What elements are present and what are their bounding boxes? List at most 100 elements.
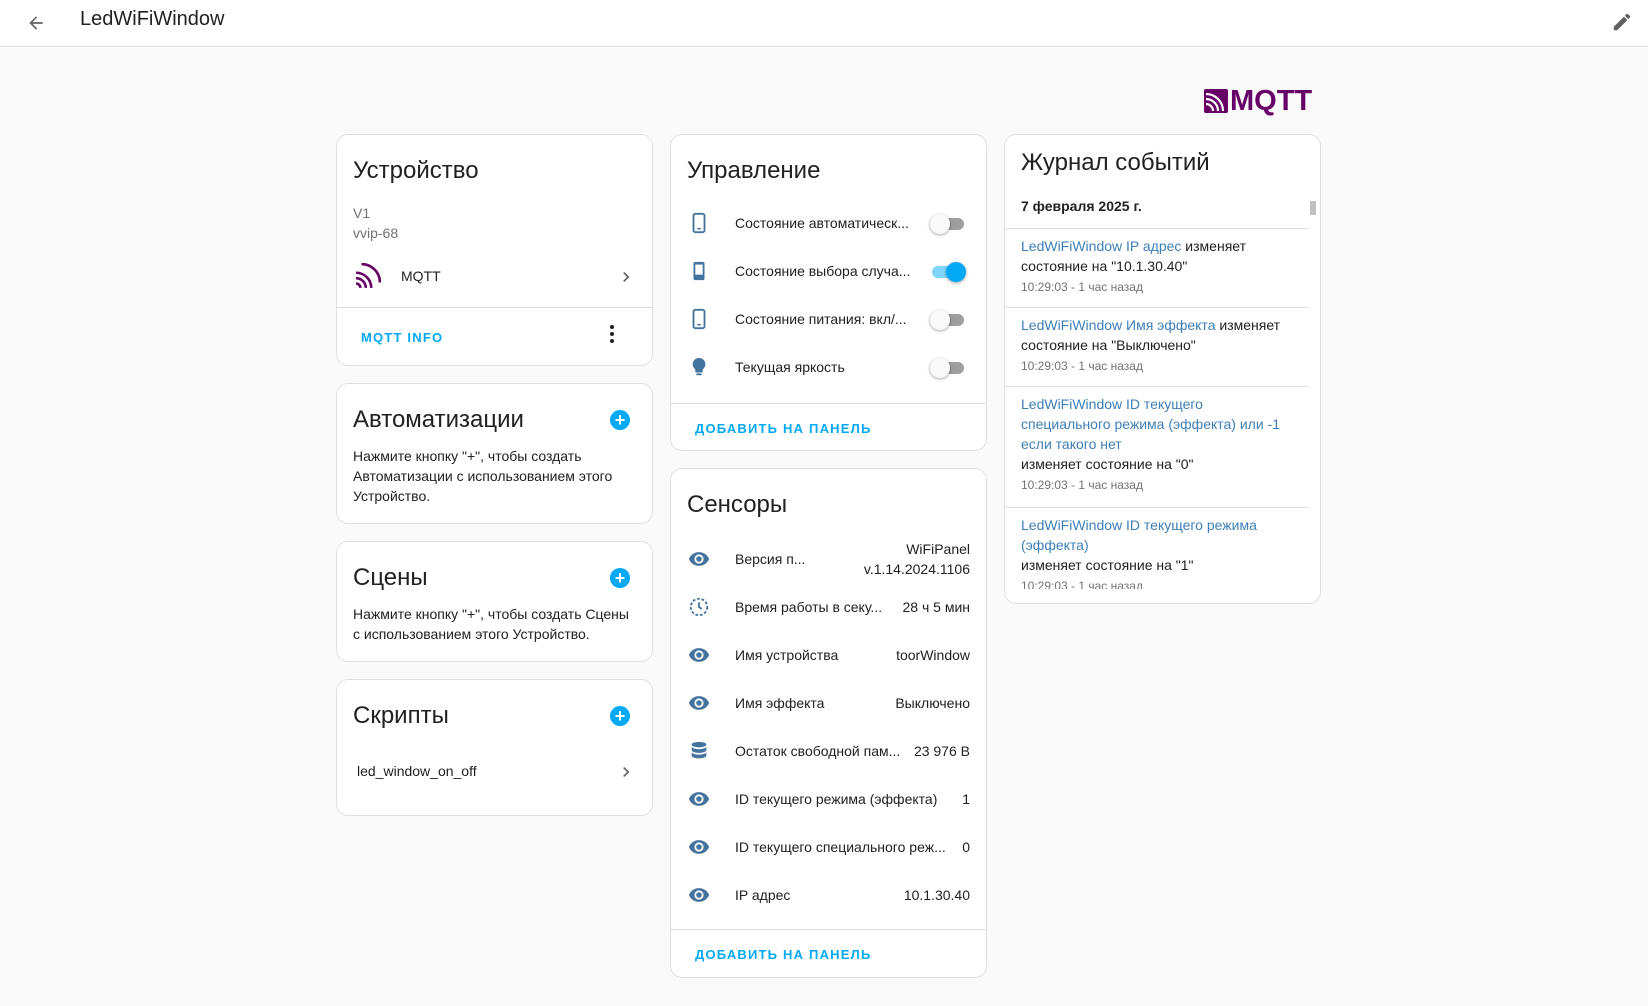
divider xyxy=(671,929,986,930)
sensor-value-line: v.1.14.2024.1106 xyxy=(863,561,970,577)
scrollbar-thumb[interactable] xyxy=(1310,201,1316,215)
database-icon xyxy=(687,739,711,763)
eye-icon xyxy=(687,643,711,667)
logbook-entry: LedWiFiWindow ID текущего режима (эффект… xyxy=(1021,515,1298,589)
pencil-icon xyxy=(1613,13,1631,31)
sensor-value: 28 ч 5 мин xyxy=(902,599,971,615)
card-title: Журнал событий xyxy=(1021,149,1210,176)
arrow-left-icon xyxy=(29,16,43,30)
logbook-entity-link[interactable]: если такого нет xyxy=(1021,436,1122,452)
mqtt-info-button[interactable]: MQTT INFO xyxy=(361,330,443,345)
control-label: Текущая яркость xyxy=(735,359,845,375)
add-to-dashboard-button[interactable]: ДОБАВИТЬ НА ПАНЕЛЬ xyxy=(695,947,871,962)
phone-filled-icon xyxy=(687,259,711,283)
logbook-list[interactable]: 7 февраля 2025 г. LedWiFiWindow IP адрес… xyxy=(1005,191,1308,589)
logbook-entity-link[interactable]: LedWiFiWindow ID текущего xyxy=(1021,396,1203,412)
sensor-row[interactable]: Имя устройства toorWindow xyxy=(671,635,986,675)
toggle-thumb xyxy=(930,358,950,378)
logbook-time: 10:29:03 - 1 час назад xyxy=(1021,478,1143,492)
top-app-bar: LedWiFiWindow xyxy=(0,0,1648,47)
logbook-message: изменяет xyxy=(1215,317,1281,333)
card-title: Управление xyxy=(687,157,821,184)
logbook-time: 10:29:03 - 1 час назад xyxy=(1021,359,1143,373)
control-toggle[interactable] xyxy=(930,213,966,234)
control-row[interactable]: Состояние питания: вкл/... xyxy=(671,299,986,339)
logbook-message: состояние на "10.1.30.40" xyxy=(1021,258,1188,274)
device-manufacturer: vvip-68 xyxy=(353,225,399,241)
eye-icon xyxy=(687,787,711,811)
lightbulb-icon xyxy=(687,355,711,379)
sensor-value: Выключено xyxy=(895,695,970,711)
sensors-card: Сенсоры Версия п... WiFiPanel v.1.14.202… xyxy=(670,468,987,978)
logbook-scrollbar[interactable] xyxy=(1310,193,1316,573)
logbook-message: изменяет состояние на "0" xyxy=(1021,456,1194,472)
back-button[interactable] xyxy=(20,7,52,39)
toggle-thumb xyxy=(930,214,950,234)
logbook-entity-link[interactable]: LedWiFiWindow ID текущего режима xyxy=(1021,517,1257,533)
divider xyxy=(1005,228,1308,229)
phone-outline-icon xyxy=(687,211,711,235)
add-script-button[interactable]: + xyxy=(610,706,630,726)
eye-icon xyxy=(687,835,711,859)
control-row[interactable]: Текущая яркость xyxy=(671,347,986,387)
card-title: Скрипты xyxy=(353,702,449,729)
toggle-thumb xyxy=(930,310,950,330)
sensor-label: Время работы в секу... xyxy=(735,599,883,615)
control-toggle[interactable] xyxy=(930,309,966,330)
sensor-row[interactable]: ID текущего режима (эффекта) 1 xyxy=(671,779,986,819)
control-row[interactable]: Состояние автоматическ... xyxy=(671,203,986,243)
script-row[interactable]: led_window_on_off xyxy=(337,752,652,792)
plus-icon: + xyxy=(614,706,626,726)
eye-icon xyxy=(687,691,711,715)
add-scene-button[interactable]: + xyxy=(610,568,630,588)
control-label: Состояние автоматическ... xyxy=(735,215,909,231)
card-title: Сенсоры xyxy=(687,491,788,518)
logbook-time: 10:29:03 - 1 час назад xyxy=(1021,280,1143,294)
control-row[interactable]: Состояние выбора случа... xyxy=(671,251,986,291)
logbook-card: Журнал событий 7 февраля 2025 г. LedWiFi… xyxy=(1004,134,1321,604)
edit-button[interactable] xyxy=(1606,6,1638,38)
logbook-entity-link[interactable]: (эффекта) xyxy=(1021,537,1089,553)
sensor-row[interactable]: Имя эффекта Выключено xyxy=(671,683,986,723)
timer-icon xyxy=(687,595,711,619)
logbook-entry: LedWiFiWindow ID текущего специального р… xyxy=(1021,394,1298,495)
plus-icon: + xyxy=(614,410,626,430)
scenes-card: Сцены + Нажмите кнопку "+", чтобы создат… xyxy=(336,541,653,662)
integration-label: MQTT xyxy=(401,268,441,284)
sensor-row[interactable]: Версия п... WiFiPanel v.1.14.2024.1106 xyxy=(671,537,986,581)
more-vertical-icon[interactable] xyxy=(600,322,624,346)
chevron-right-icon xyxy=(623,272,630,282)
sensor-value: 1 xyxy=(962,791,970,807)
eye-icon xyxy=(687,883,711,907)
card-title: Устройство xyxy=(353,157,479,184)
mqtt-logo-text: MQTT xyxy=(1230,85,1313,117)
sensor-value-line: WiFiPanel xyxy=(906,541,970,557)
sensor-row[interactable]: ID текущего специального реж... 0 xyxy=(671,827,986,867)
control-label: Состояние выбора случа... xyxy=(735,263,911,279)
divider xyxy=(671,403,986,404)
logbook-entity-link[interactable]: LedWiFiWindow Имя эффекта xyxy=(1021,317,1215,333)
logbook-entity-link[interactable]: специального режима (эффекта) или -1 xyxy=(1021,416,1280,432)
divider xyxy=(1005,386,1308,387)
automations-description: Нажмите кнопку "+", чтобы создать Автома… xyxy=(353,448,613,504)
scripts-card: Скрипты + led_window_on_off xyxy=(336,679,653,816)
sensor-row[interactable]: Остаток свободной пам... 23 976 B xyxy=(671,731,986,771)
add-automation-button[interactable]: + xyxy=(610,410,630,430)
sensor-row[interactable]: IP адрес 10.1.30.40 xyxy=(671,875,986,915)
control-toggle[interactable] xyxy=(930,261,966,282)
automations-card: Автоматизации + Нажмите кнопку "+", чтоб… xyxy=(336,383,653,524)
divider xyxy=(1005,307,1308,308)
sensor-value: 23 976 B xyxy=(913,743,970,759)
integration-row[interactable]: MQTT xyxy=(337,253,652,301)
sensor-label: Имя эффекта xyxy=(735,695,825,711)
mqtt-icon xyxy=(355,263,381,289)
sensor-row[interactable]: Время работы в секу... 28 ч 5 мин xyxy=(671,587,986,627)
control-label: Состояние питания: вкл/... xyxy=(735,311,907,327)
add-to-dashboard-button[interactable]: ДОБАВИТЬ НА ПАНЕЛЬ xyxy=(695,421,871,436)
sensor-value: 10.1.30.40 xyxy=(903,887,970,903)
divider xyxy=(1005,507,1308,508)
logbook-entity-link[interactable]: LedWiFiWindow IP адрес xyxy=(1021,238,1181,254)
sensor-label: Версия п... xyxy=(735,551,806,567)
logbook-entry: LedWiFiWindow Имя эффекта изменяет состо… xyxy=(1021,315,1298,376)
control-toggle[interactable] xyxy=(930,357,966,378)
